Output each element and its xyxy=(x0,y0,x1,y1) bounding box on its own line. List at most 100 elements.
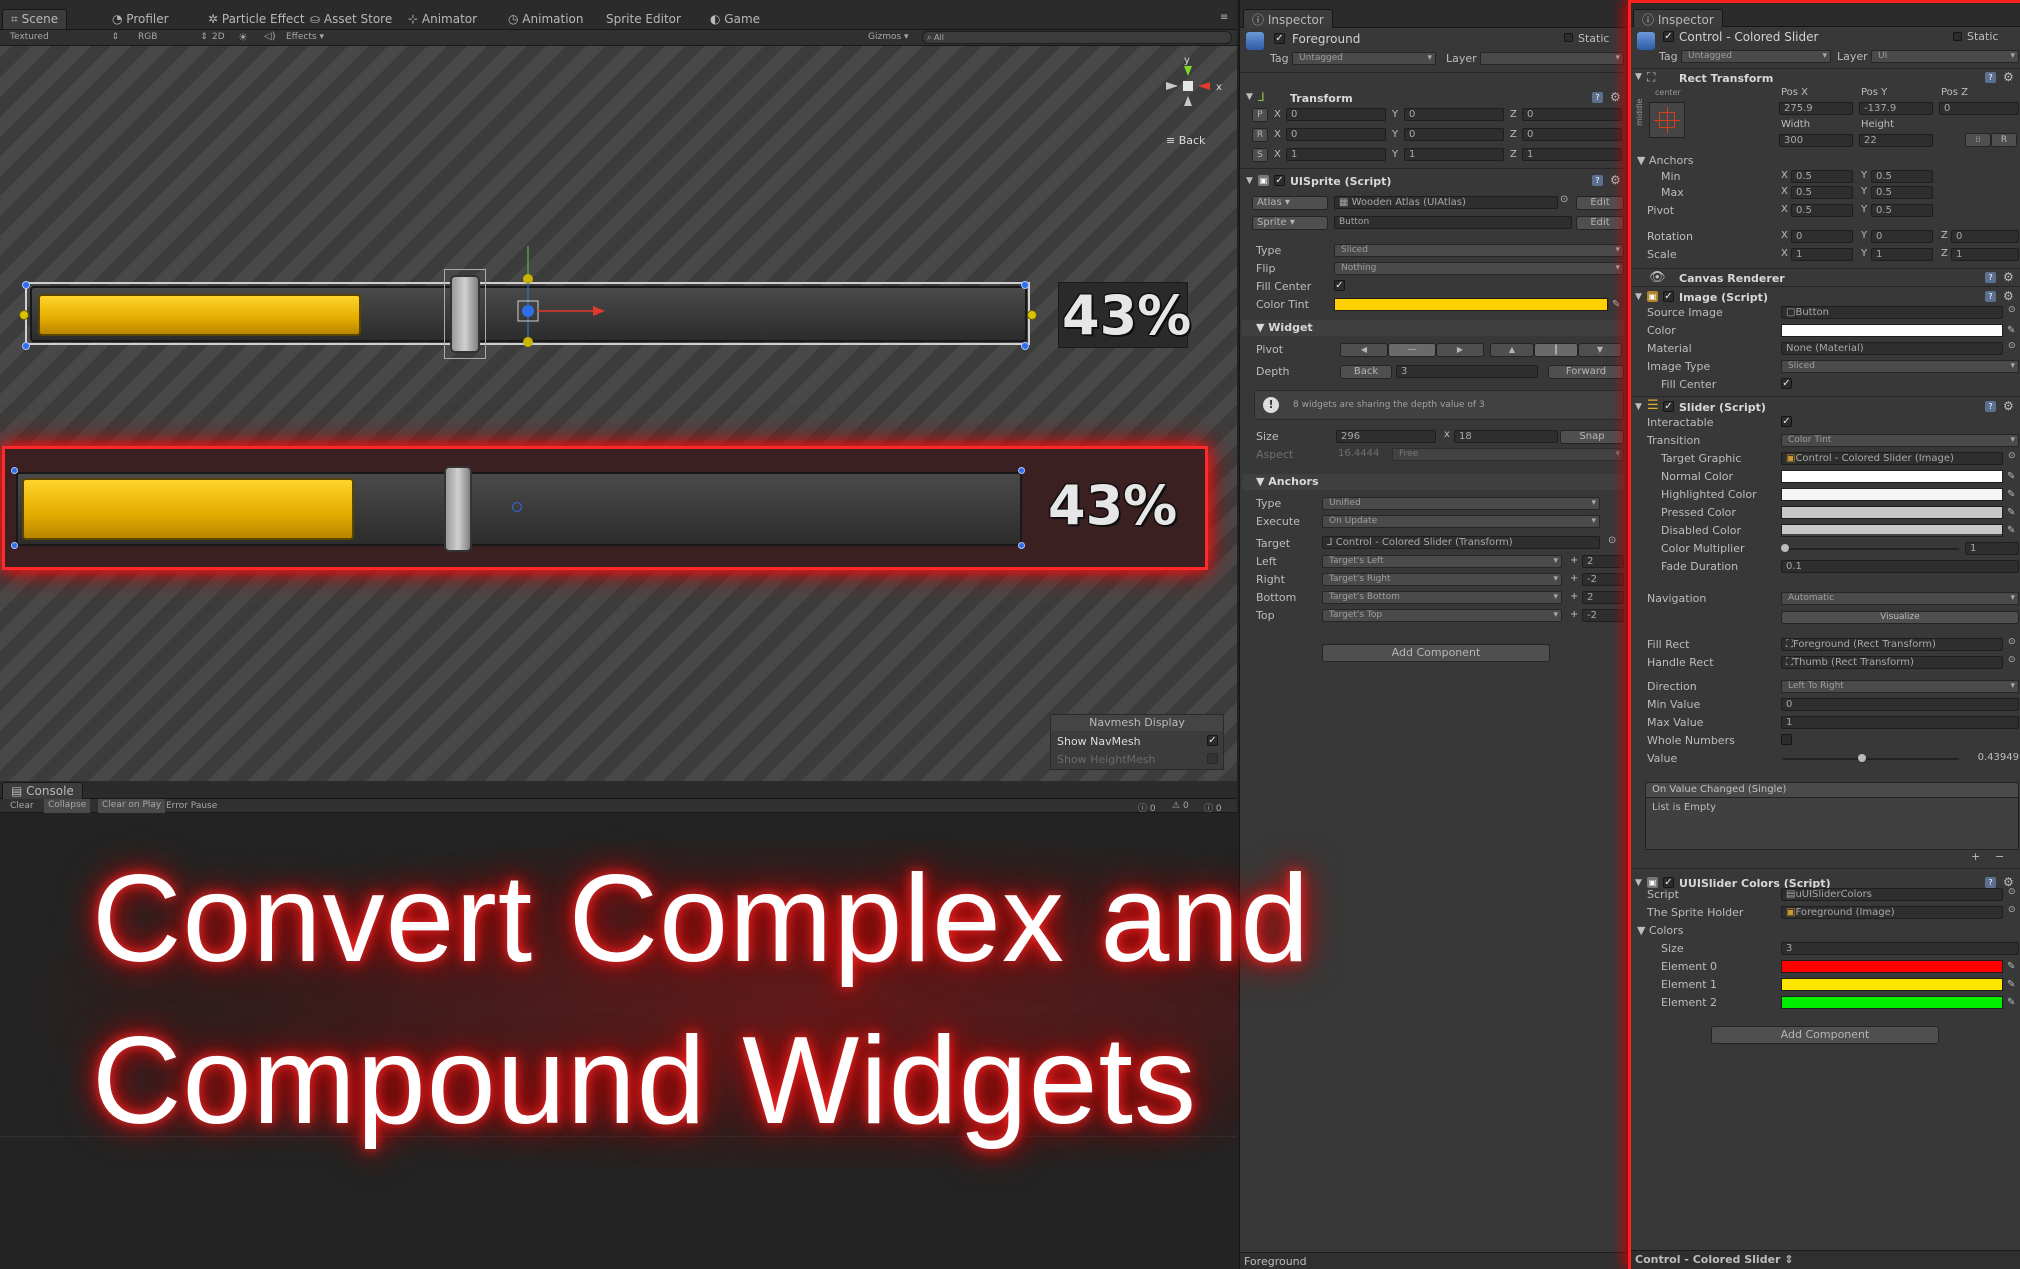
anchor-offset-field[interactable]: 2 xyxy=(1582,591,1624,604)
transform-row-key[interactable]: R xyxy=(1252,128,1268,142)
disabled-color-swatch[interactable] xyxy=(1781,524,2003,537)
gear-icon[interactable]: ⚙ xyxy=(2003,289,2014,303)
rect-y-field[interactable]: 1 xyxy=(1871,248,1933,261)
tag-dropdown[interactable]: Untagged xyxy=(1292,52,1436,65)
help-icon[interactable]: ? xyxy=(1985,401,1996,412)
posz-field[interactable]: 0 xyxy=(1939,102,2019,115)
type-dropdown[interactable]: Sliced xyxy=(1334,244,1624,257)
value-slider-track[interactable] xyxy=(1783,758,1959,760)
console-collapse-button[interactable]: Collapse xyxy=(44,799,91,813)
tab-inspector-right[interactable]: ⓘ Inspector xyxy=(1633,9,1723,27)
execute-dropdown[interactable]: On Update xyxy=(1322,515,1600,528)
image-foldout-icon[interactable]: ▼ xyxy=(1635,292,1642,302)
slider2-handle-tl[interactable] xyxy=(11,467,18,474)
pivot-right-button[interactable]: ▶ xyxy=(1436,343,1484,357)
gear-icon[interactable]: ⚙ xyxy=(1610,173,1621,187)
gear-icon[interactable]: ⚙ xyxy=(1610,90,1621,104)
slider1-thumb[interactable] xyxy=(450,275,480,353)
move-tool-gizmo-icon[interactable] xyxy=(505,246,625,376)
slider2-handle-tr[interactable] xyxy=(1018,467,1025,474)
gear-icon[interactable]: ⚙ xyxy=(2003,70,2014,84)
eyedropper-icon[interactable]: ✎ xyxy=(2007,524,2015,537)
transform-y-field[interactable]: 0 xyxy=(1404,128,1504,141)
color-multiplier-knob[interactable] xyxy=(1781,544,1789,552)
direction-dropdown[interactable]: Left To Right xyxy=(1781,680,2019,693)
gear-icon[interactable]: ⚙ xyxy=(2003,270,2014,284)
show-heightmesh-checkbox[interactable] xyxy=(1207,753,1218,764)
atlas-button[interactable]: Atlas ▾ xyxy=(1252,196,1328,210)
help-icon[interactable]: ? xyxy=(1985,291,1996,302)
lighting-icon[interactable]: ☀ xyxy=(238,31,248,45)
help-icon[interactable]: ? xyxy=(1985,72,1996,83)
show-navmesh-checkbox[interactable]: ✓ xyxy=(1207,735,1218,746)
value-slider-knob[interactable] xyxy=(1858,754,1866,762)
uisprite-foldout-icon[interactable]: ▼ xyxy=(1246,176,1253,186)
slider2-thumb[interactable] xyxy=(444,466,472,552)
rect-y-field[interactable]: 0.5 xyxy=(1871,186,1933,199)
object-picker-icon[interactable]: ⊙ xyxy=(2008,887,2016,897)
draw-mode-dropdown[interactable]: Textured ⇕ xyxy=(10,32,119,46)
anchor-side-dropdown[interactable]: Target's Top xyxy=(1322,609,1562,622)
anchor-offset-field[interactable]: -2 xyxy=(1582,609,1624,622)
rect-y-field[interactable]: 0 xyxy=(1871,230,1933,243)
colors-foldout[interactable]: ▼ Colors xyxy=(1637,924,1683,937)
rect-x-field[interactable]: 0.5 xyxy=(1791,186,1853,199)
tab-inspector-left[interactable]: ⓘ Inspector xyxy=(1243,9,1333,28)
atlas-field[interactable]: ▦ Wooden Atlas (UIAtlas) xyxy=(1334,196,1558,209)
interactable-checkbox[interactable]: ✓ xyxy=(1781,416,1792,427)
fill-rect-field[interactable]: ⛶Foreground (Rect Transform) xyxy=(1781,638,2003,651)
help-icon[interactable]: ? xyxy=(1592,175,1603,186)
uuislider-enabled-checkbox[interactable]: ✓ xyxy=(1663,877,1674,888)
colors-size-field[interactable]: 3 xyxy=(1781,942,2019,955)
slider-enabled-checkbox[interactable]: ✓ xyxy=(1663,401,1674,412)
tag-dropdown[interactable]: Untagged xyxy=(1681,50,1831,63)
aspect-mode-dropdown[interactable]: Free xyxy=(1392,448,1624,461)
tab-animation[interactable]: ◷ Animation xyxy=(508,12,583,26)
object-picker-icon[interactable]: ⊙ xyxy=(2008,637,2016,647)
anchor-type-dropdown[interactable]: Unified xyxy=(1322,497,1600,510)
depth-forward-button[interactable]: Forward xyxy=(1548,365,1624,379)
color-multiplier-track[interactable] xyxy=(1783,548,1959,550)
transform-y-field[interactable]: 0 xyxy=(1404,108,1504,121)
rect-handle-tl[interactable] xyxy=(22,281,30,289)
target-graphic-field[interactable]: ▣Control - Colored Slider (Image) xyxy=(1781,452,2003,465)
highlighted-color-swatch[interactable] xyxy=(1781,488,2003,501)
pivot-bottom-button[interactable]: ▼ xyxy=(1578,343,1622,357)
color-tint-swatch[interactable] xyxy=(1334,298,1608,311)
object-picker-icon[interactable]: ⊙ xyxy=(2008,655,2016,665)
handle-rect-field[interactable]: ⛶Thumb (Rect Transform) xyxy=(1781,656,2003,669)
object-picker-icon[interactable]: ⊙ xyxy=(2008,905,2016,915)
raw-edit-button[interactable]: R xyxy=(1991,133,2017,147)
object-picker-icon[interactable]: ⊙ xyxy=(2008,341,2016,351)
transform-x-field[interactable]: 0 xyxy=(1286,108,1386,121)
tab-scene[interactable]: ⌗ Scene xyxy=(2,9,68,29)
static-checkbox[interactable] xyxy=(1564,33,1573,42)
pivot-top-button[interactable]: ▲ xyxy=(1490,343,1534,357)
eyedropper-icon[interactable]: ✎ xyxy=(1612,298,1620,311)
gizmo-back-label[interactable]: ≡ Back xyxy=(1166,134,1205,147)
sprite-field[interactable]: Button xyxy=(1334,216,1572,229)
image-type-dropdown[interactable]: Sliced xyxy=(1781,360,2019,373)
image-enabled-checkbox[interactable]: ✓ xyxy=(1663,291,1674,302)
layer-dropdown[interactable]: UI xyxy=(1871,50,2019,63)
atlas-edit-button[interactable]: Edit xyxy=(1576,196,1624,210)
slider2-handle-bl[interactable] xyxy=(11,542,18,549)
pivot-middle-button[interactable]: ❙ xyxy=(1534,343,1578,357)
color-element-swatch[interactable] xyxy=(1781,996,2003,1009)
anchor-handle-right[interactable] xyxy=(1027,310,1037,320)
tab-animator[interactable]: ⊹ Animator xyxy=(408,12,477,26)
gear-icon[interactable]: ⚙ xyxy=(2003,399,2014,413)
pivot-left-button[interactable]: ◀ xyxy=(1340,343,1388,357)
posx-field[interactable]: 275.9 xyxy=(1779,102,1853,115)
width-field[interactable]: 300 xyxy=(1779,134,1853,147)
warning-count-badge[interactable]: ⚠ 0 xyxy=(1172,801,1189,815)
transition-dropdown[interactable]: Color Tint xyxy=(1781,434,2019,447)
image-fill-center-checkbox[interactable]: ✓ xyxy=(1781,378,1792,389)
2d-toggle[interactable]: 2D xyxy=(212,32,225,46)
sprite-edit-button[interactable]: Edit xyxy=(1576,216,1624,230)
layer-dropdown[interactable] xyxy=(1480,52,1624,65)
blueprint-mode-button[interactable]: ⁞⁞ xyxy=(1965,133,1991,147)
source-image-field[interactable]: ▢Button xyxy=(1781,306,2003,319)
help-icon[interactable]: ? xyxy=(1985,272,1996,283)
transform-z-field[interactable]: 0 xyxy=(1522,108,1622,121)
